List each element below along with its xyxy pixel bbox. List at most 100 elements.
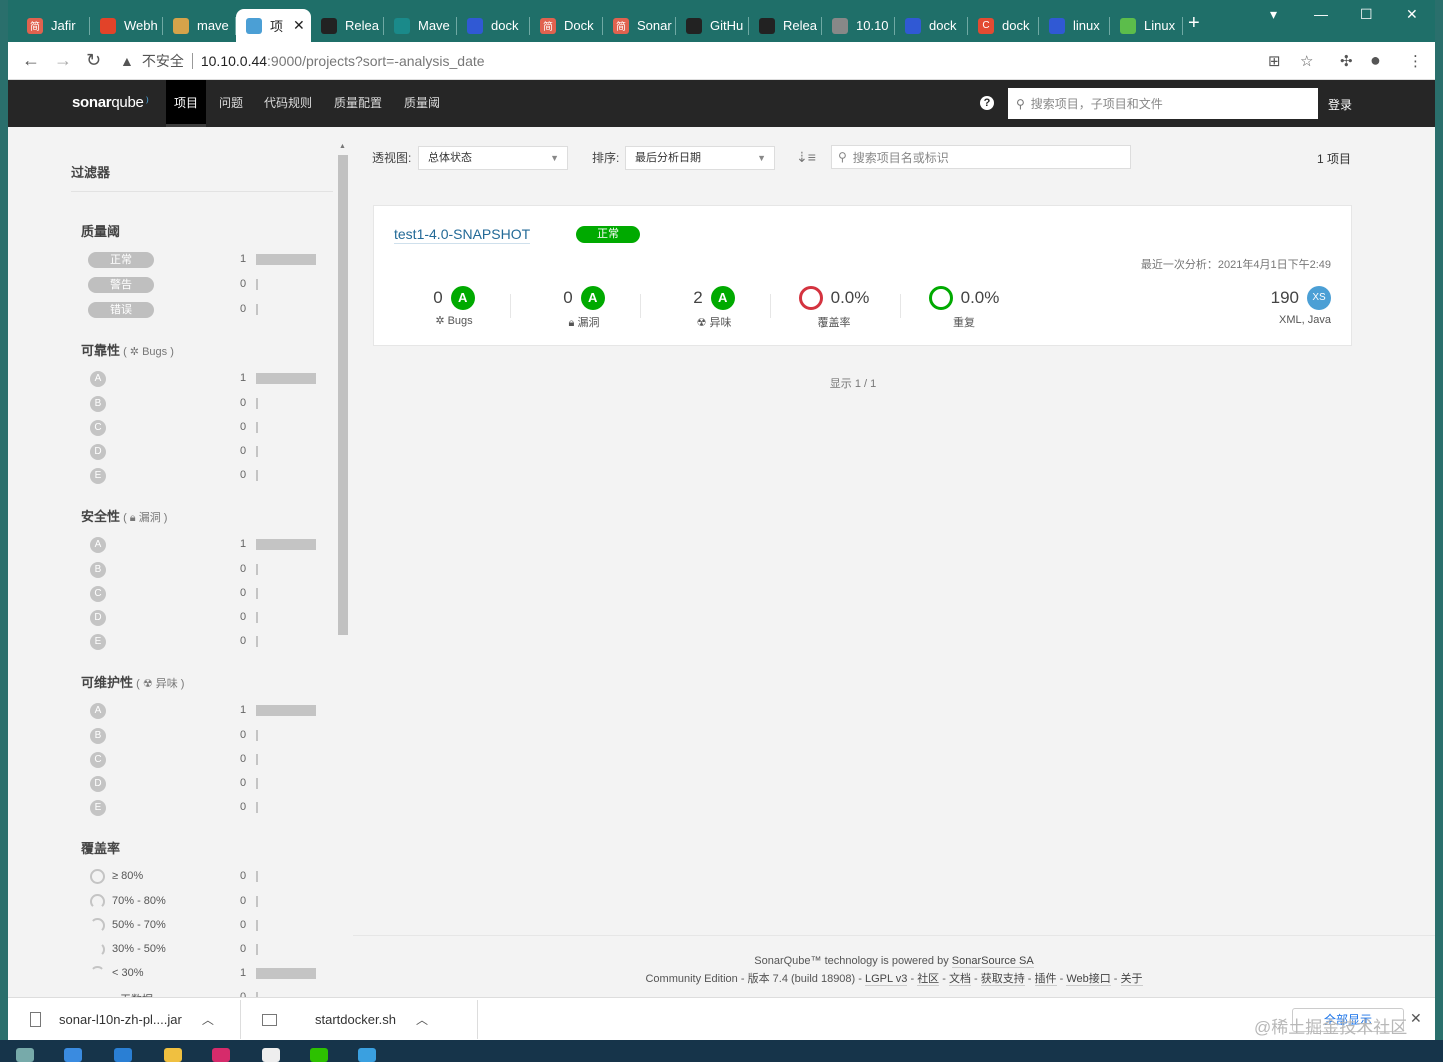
reload-icon[interactable]: ↻ bbox=[86, 50, 101, 71]
quality-gate-filter-option[interactable]: 错误 0 bbox=[88, 301, 328, 319]
coverage-measure[interactable]: 0.0% 覆盖率 bbox=[794, 286, 874, 330]
browser-tab[interactable]: GitHu bbox=[676, 9, 749, 42]
profile-icon[interactable]: ● bbox=[1370, 50, 1381, 71]
bugs-measure[interactable]: 0A ✲ Bugs bbox=[414, 286, 494, 327]
browser-tab[interactable]: Relea bbox=[311, 9, 384, 42]
community-link[interactable]: 社区 bbox=[917, 973, 940, 986]
browser-tab[interactable]: Relea bbox=[749, 9, 822, 42]
sort-order-icon[interactable]: ⇣≡ bbox=[796, 149, 816, 166]
tab-search-icon[interactable]: ▾ bbox=[1270, 6, 1277, 23]
browser-tab[interactable]: mave bbox=[163, 9, 236, 42]
bookmark-star-icon[interactable]: ☆ bbox=[1300, 52, 1313, 70]
global-search-input[interactable]: ⚲ 搜索项目，子项目和文件 bbox=[1008, 88, 1318, 119]
project-search-input[interactable]: ⚲ 搜索项目名或标识 bbox=[831, 145, 1131, 169]
close-window-button[interactable]: ✕ bbox=[1406, 6, 1418, 23]
size-measure[interactable]: 190 XS XML, Java bbox=[1271, 286, 1331, 326]
maintainability-filter-option[interactable]: C0 bbox=[88, 751, 328, 769]
browser-tab[interactable]: linux bbox=[1039, 9, 1110, 42]
project-name-link[interactable]: test1-4.0-SNAPSHOT bbox=[394, 226, 531, 244]
quality-gate-filter-option[interactable]: 正常 1 bbox=[88, 251, 328, 269]
reliability-filter-option[interactable]: D0 bbox=[88, 443, 328, 461]
reliability-filter-option[interactable]: A1 bbox=[88, 370, 328, 388]
folder-icon[interactable] bbox=[164, 1048, 182, 1062]
browser-tab[interactable]: dock bbox=[895, 9, 968, 42]
reliability-filter-option[interactable]: E0 bbox=[88, 467, 328, 485]
maximize-button[interactable]: ☐ bbox=[1360, 6, 1373, 23]
security-filter-option[interactable]: E0 bbox=[88, 633, 328, 651]
vulnerabilities-measure[interactable]: 0A 🔒︎ 漏洞 bbox=[544, 286, 624, 330]
nav-projects[interactable]: 项目 bbox=[166, 80, 207, 127]
coverage-filter-option[interactable]: 70% - 80% 0 bbox=[88, 893, 328, 911]
coverage-filter-option[interactable]: 50% - 70% 0 bbox=[88, 917, 328, 935]
login-link[interactable]: 登录 bbox=[1328, 96, 1352, 113]
browser-icon[interactable] bbox=[358, 1048, 376, 1062]
nav-issues[interactable]: 问题 bbox=[211, 80, 251, 127]
coverage-filter-option[interactable]: ≥ 80% 0 bbox=[88, 868, 328, 886]
security-filter-option[interactable]: C0 bbox=[88, 585, 328, 603]
forward-icon[interactable]: → bbox=[54, 50, 72, 71]
nav-quality-profiles[interactable]: 质量配置 bbox=[326, 80, 390, 127]
perspective-select[interactable]: 总体状态 ▼ bbox=[418, 146, 568, 170]
menu-icon[interactable]: ⋮ bbox=[1408, 52, 1423, 70]
minimize-button[interactable]: — bbox=[1314, 6, 1328, 22]
typora-icon[interactable] bbox=[262, 1048, 280, 1062]
coverage-filter-option[interactable]: < 30% 1 bbox=[88, 965, 328, 983]
download-item[interactable]: sonar-l10n-zh-pl....jar ︿ bbox=[30, 998, 214, 1040]
security-filter-option[interactable]: A1 bbox=[88, 536, 328, 554]
docs-link[interactable]: 文档 bbox=[948, 973, 971, 986]
sidebar-scrollbar[interactable]: ▲ ▼ bbox=[338, 143, 348, 995]
help-icon[interactable]: ? bbox=[980, 96, 994, 110]
browser-tab[interactable]: Cdock bbox=[968, 9, 1039, 42]
download-item[interactable]: startdocker.sh ︿ bbox=[262, 998, 428, 1040]
sonarqube-logo[interactable]: sonarqube ⁾ bbox=[72, 94, 149, 111]
browser-tab[interactable]: 简 Dock bbox=[530, 9, 603, 42]
back-icon[interactable]: ← bbox=[22, 50, 40, 71]
wechat-icon[interactable] bbox=[310, 1048, 328, 1062]
sort-select[interactable]: 最后分析日期 ▼ bbox=[625, 146, 775, 170]
edge-icon[interactable] bbox=[64, 1048, 82, 1062]
url-field[interactable]: ▲ 不安全 10.10.0.44:9000/projects?sort=-ana… bbox=[120, 48, 1230, 74]
sonarsource-link[interactable]: SonarSource SA bbox=[951, 955, 1034, 968]
code-smells-measure[interactable]: 2A ☢ 异味 bbox=[674, 286, 754, 330]
browser-tab[interactable]: dock bbox=[457, 9, 530, 42]
close-icon[interactable]: ✕ bbox=[1410, 1010, 1422, 1027]
security-filter-option[interactable]: B0 bbox=[88, 561, 328, 579]
maintainability-filter-option[interactable]: B0 bbox=[88, 727, 328, 745]
maintainability-filter-option[interactable]: A1 bbox=[88, 702, 328, 720]
web-api-link[interactable]: Web接口 bbox=[1066, 973, 1111, 986]
extensions-icon[interactable]: ✣ bbox=[1340, 52, 1353, 70]
browser-tab[interactable]: Linux bbox=[1110, 9, 1183, 42]
new-tab-button[interactable]: + bbox=[1188, 12, 1200, 35]
browser-tab[interactable]: 10.10 bbox=[822, 9, 895, 42]
browser-tab[interactable]: Mave bbox=[384, 9, 457, 42]
support-link[interactable]: 获取支持 bbox=[980, 973, 1025, 986]
license-link[interactable]: LGPL v3 bbox=[865, 973, 908, 986]
vscode-icon[interactable] bbox=[114, 1048, 132, 1062]
maintainability-filter-option[interactable]: D0 bbox=[88, 775, 328, 793]
scrollbar-thumb[interactable] bbox=[338, 155, 348, 635]
browser-tab[interactable]: 简 Jafir bbox=[17, 9, 90, 42]
translate-icon[interactable]: ⊞ bbox=[1268, 52, 1281, 70]
about-link[interactable]: 关于 bbox=[1120, 973, 1143, 986]
browser-tab[interactable]: 简 Sonar bbox=[603, 9, 676, 42]
scroll-up-icon[interactable]: ▲ bbox=[339, 143, 346, 150]
reliability-filter-option[interactable]: B0 bbox=[88, 395, 328, 413]
chevron-up-icon[interactable]: ︿ bbox=[202, 1011, 214, 1028]
nav-quality-gates[interactable]: 质量阈 bbox=[396, 80, 448, 127]
plugins-link[interactable]: 插件 bbox=[1034, 973, 1057, 986]
coverage-ring-icon bbox=[90, 966, 105, 981]
chevron-up-icon[interactable]: ︿ bbox=[416, 1011, 428, 1028]
reliability-filter-option[interactable]: C0 bbox=[88, 419, 328, 437]
close-tab-icon[interactable]: ✕ bbox=[293, 17, 305, 34]
intellij-icon[interactable] bbox=[212, 1048, 230, 1062]
browser-tab[interactable]: 项 ✕ bbox=[236, 9, 311, 42]
recycle-bin-icon[interactable] bbox=[16, 1048, 34, 1062]
security-filter-option[interactable]: D0 bbox=[88, 609, 328, 627]
coverage-filter-option[interactable]: 无数据0 bbox=[88, 989, 328, 997]
browser-tab[interactable]: Webh bbox=[90, 9, 163, 42]
maintainability-filter-option[interactable]: E0 bbox=[88, 799, 328, 817]
duplication-measure[interactable]: 0.0% 重复 bbox=[924, 286, 1004, 330]
quality-gate-filter-option[interactable]: 警告 0 bbox=[88, 276, 328, 294]
coverage-filter-option[interactable]: 30% - 50% 0 bbox=[88, 941, 328, 959]
nav-rules[interactable]: 代码规则 bbox=[256, 80, 320, 127]
